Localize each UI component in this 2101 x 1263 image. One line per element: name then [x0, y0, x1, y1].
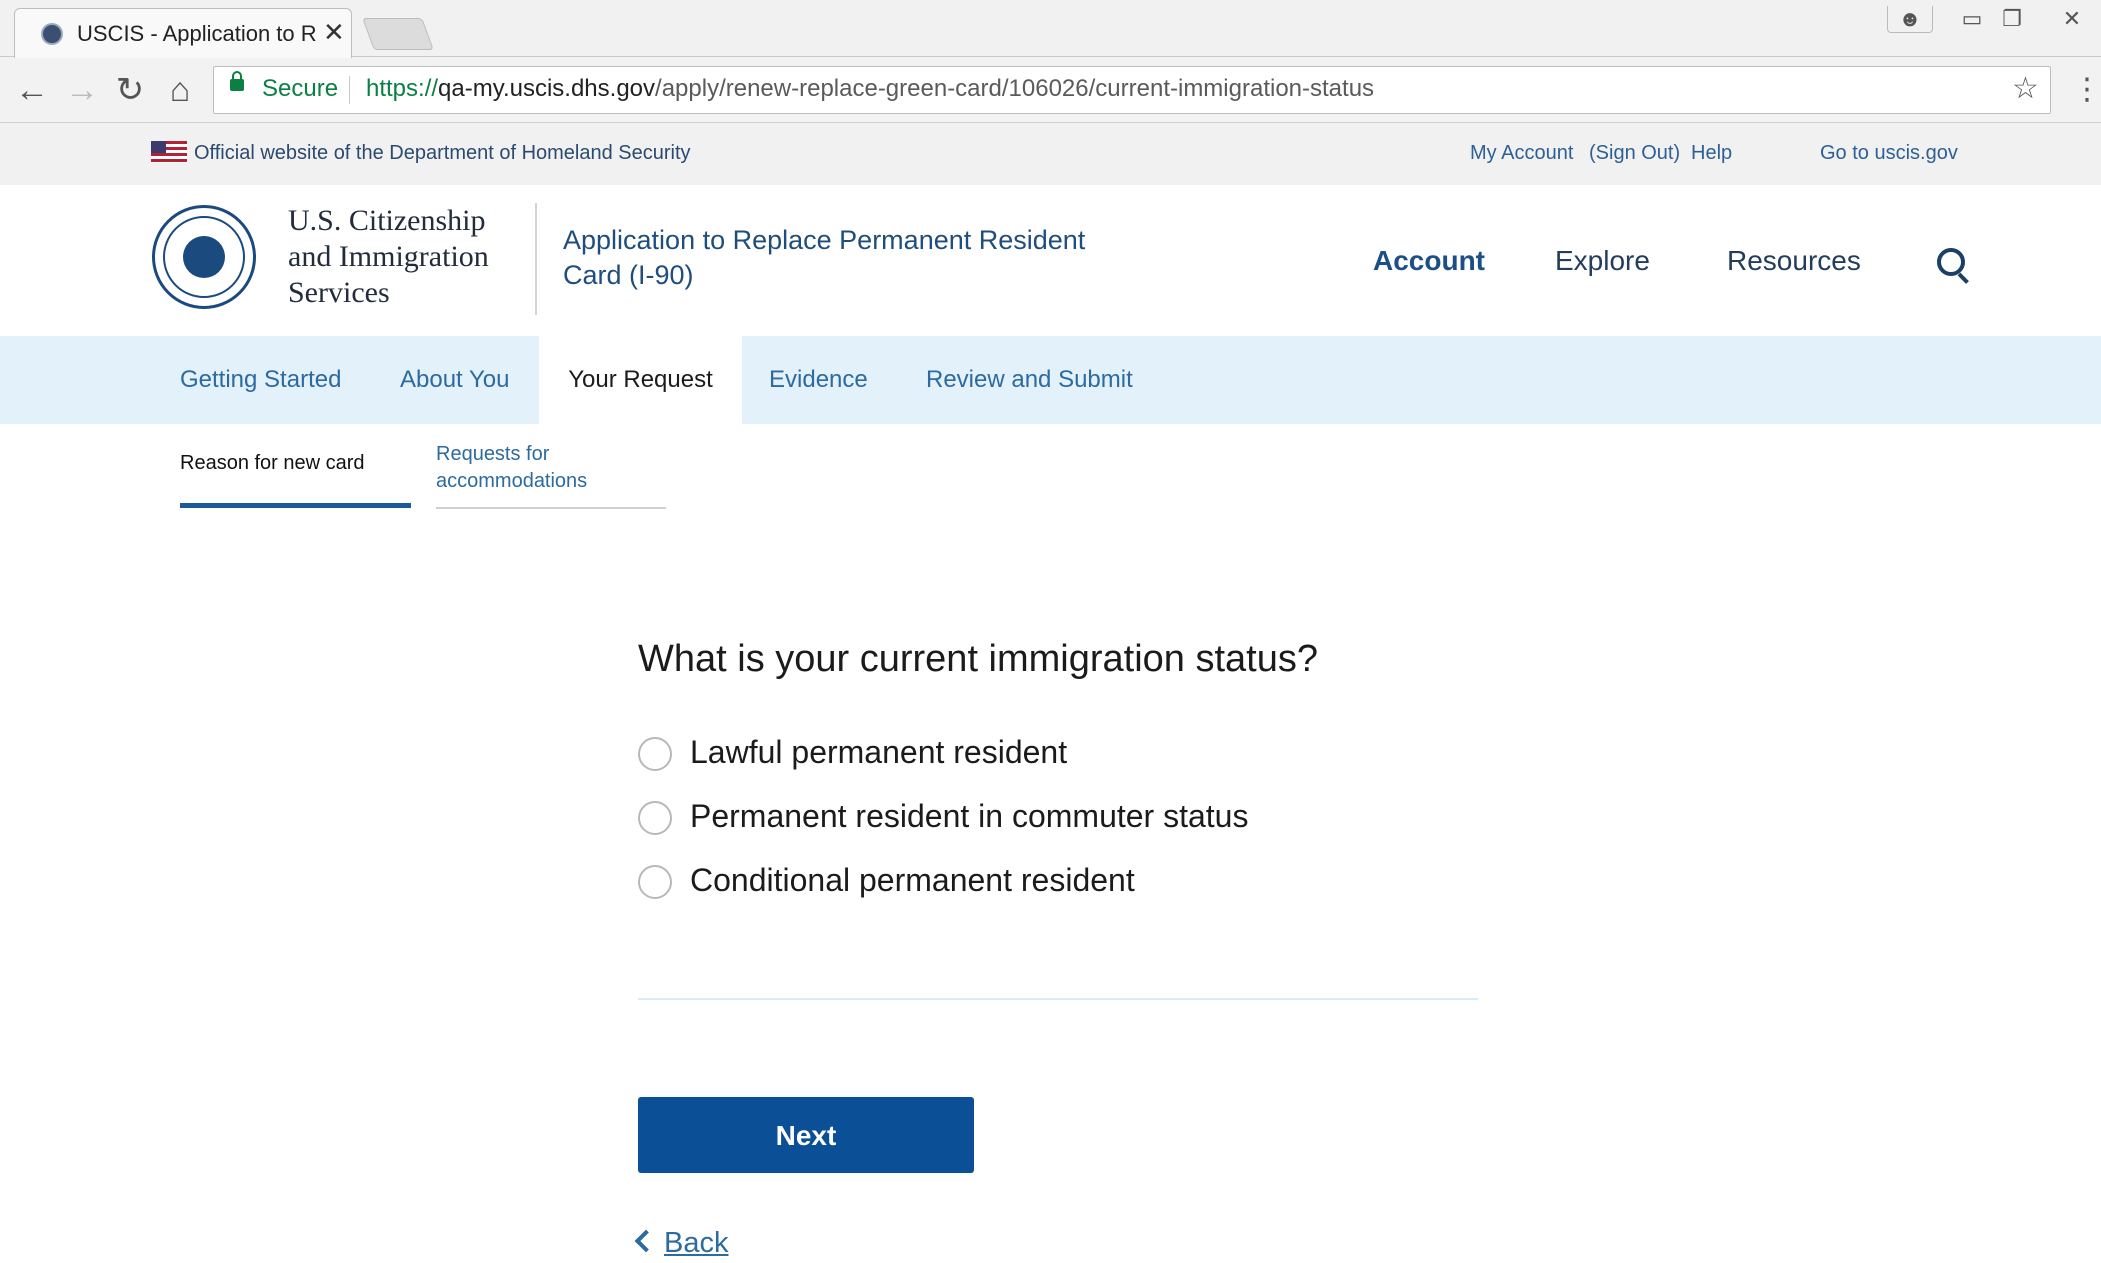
omnibox-divider	[349, 76, 350, 104]
application-title-line: Application to Replace Permanent Residen…	[563, 225, 1086, 255]
site-header: U.S. Citizenship and Immigration Service…	[0, 185, 2101, 335]
question-heading: What is your current immigration status?	[638, 638, 1319, 680]
uscis-favicon-icon	[41, 23, 63, 45]
step-navigation: Getting Started About You Your Request E…	[0, 336, 2101, 424]
active-substep-indicator	[180, 503, 411, 508]
nav-explore[interactable]: Explore	[1555, 245, 1650, 277]
next-button[interactable]: Next	[638, 1097, 974, 1173]
radio-label[interactable]: Conditional permanent resident	[690, 862, 1135, 899]
browser-tab[interactable]: USCIS - Application to Re ✕	[14, 8, 352, 58]
bookmark-star-icon[interactable]: ☆	[2012, 71, 2039, 106]
close-tab-icon[interactable]: ✕	[323, 17, 345, 47]
nav-resources[interactable]: Resources	[1727, 245, 1861, 277]
radio-button[interactable]	[638, 865, 672, 899]
agency-name[interactable]: U.S. Citizenship and Immigration Service…	[288, 203, 538, 311]
radio-label[interactable]: Lawful permanent resident	[690, 734, 1067, 771]
application-title: Application to Replace Permanent Residen…	[563, 223, 1123, 293]
substep-label-line: Requests for	[436, 443, 550, 465]
browser-menu-icon[interactable]: ⋮	[2072, 70, 2101, 110]
substep-label-line: accommodations	[436, 470, 588, 492]
us-flag-icon	[151, 141, 187, 163]
new-tab-button[interactable]	[362, 18, 434, 50]
back-arrow-icon[interactable]: ←	[12, 70, 52, 110]
gov-banner: Official website of the Department of Ho…	[0, 123, 2101, 185]
substep-requests-for-accommodations[interactable]: Requests for accommodations	[436, 441, 636, 495]
help-link[interactable]: Help	[1691, 142, 1732, 165]
substep-reason-for-new-card[interactable]: Reason for new card	[180, 452, 365, 475]
url-scheme: https://	[366, 75, 439, 102]
forward-arrow-icon[interactable]: →	[62, 70, 102, 110]
url-host: qa-my.uscis.dhs.gov	[438, 75, 656, 102]
agency-name-line: and Immigration	[288, 240, 489, 273]
url-text[interactable]: https://qa-my.uscis.dhs.gov/apply/renew-…	[366, 75, 1374, 103]
lock-icon	[230, 71, 244, 91]
step-review-submit[interactable]: Review and Submit	[926, 336, 1133, 424]
url-path: /apply/renew-replace-green-card/106026/c…	[655, 75, 1375, 102]
home-icon[interactable]: ⌂	[160, 70, 200, 110]
radio-button[interactable]	[638, 801, 672, 835]
search-icon[interactable]	[1937, 248, 1965, 276]
agency-name-line: Services	[288, 276, 390, 309]
secure-label: Secure	[262, 75, 339, 102]
header-divider	[535, 203, 537, 315]
chevron-left-icon	[634, 1229, 658, 1253]
inactive-substep-indicator	[436, 507, 666, 509]
window-close-icon[interactable]: ✕	[2050, 6, 2094, 32]
back-link-label[interactable]: Back	[664, 1227, 728, 1259]
radio-button[interactable]	[638, 737, 672, 771]
minimize-icon[interactable]: ▭	[1952, 6, 1992, 32]
application-title-line: Card (I-90)	[563, 260, 694, 290]
tab-strip: USCIS - Application to Re ✕ ☻ ▭ ❐ ✕	[0, 0, 2101, 58]
sign-out-link[interactable]: (Sign Out)	[1589, 142, 1680, 165]
address-bar[interactable]: Secure https://qa-my.uscis.dhs.gov/apply…	[213, 66, 2051, 114]
profile-icon[interactable]: ☻	[1887, 6, 1933, 33]
official-website-text: Official website of the Department of Ho…	[194, 142, 691, 164]
step-getting-started[interactable]: Getting Started	[180, 336, 341, 424]
browser-chrome: USCIS - Application to Re ✕ ☻ ▭ ❐ ✕ ← → …	[0, 0, 2101, 123]
nav-account[interactable]: Account	[1373, 245, 1485, 277]
radio-label[interactable]: Permanent resident in commuter status	[690, 798, 1248, 835]
step-your-request[interactable]: Your Request	[539, 336, 742, 424]
restore-icon[interactable]: ❐	[1992, 6, 2032, 32]
agency-name-line: U.S. Citizenship	[288, 204, 486, 237]
step-evidence[interactable]: Evidence	[769, 336, 868, 424]
form-divider	[638, 998, 1478, 1000]
back-link[interactable]: Back	[634, 1227, 728, 1260]
my-account-link[interactable]: My Account	[1470, 142, 1573, 165]
reload-icon[interactable]: ↻	[110, 70, 150, 110]
tab-title: USCIS - Application to Re	[77, 21, 317, 46]
dhs-seal-icon[interactable]	[152, 205, 256, 309]
step-about-you[interactable]: About You	[400, 336, 509, 424]
go-to-uscis-link[interactable]: Go to uscis.gov	[1820, 142, 1958, 165]
